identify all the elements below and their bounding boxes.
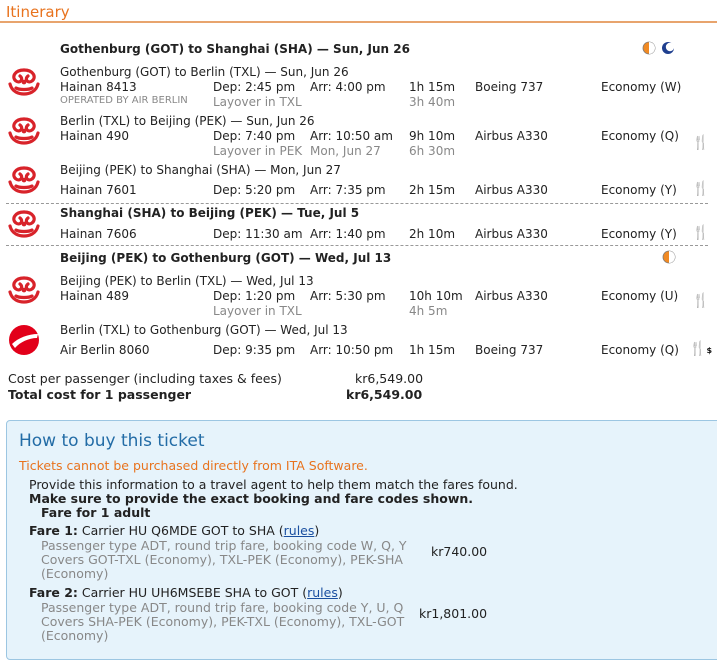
layover-location: Layover in PEK bbox=[213, 144, 303, 158]
fork-knife-icon: 🍴 bbox=[692, 225, 710, 241]
hainan-airlines-logo-icon bbox=[6, 206, 42, 240]
booking-codes-note: Make sure to provide the exact booking a… bbox=[29, 491, 474, 506]
flight-route: Berlin (TXL) to Beijing (PEK) — Sun, Jun… bbox=[60, 114, 315, 128]
flight-number: Hainan 7601 bbox=[60, 183, 137, 197]
hainan-airlines-logo-icon bbox=[6, 64, 42, 98]
layover-duration: 6h 30m bbox=[409, 144, 456, 158]
fork-knife-icon: 🍴 bbox=[692, 135, 710, 151]
flight-duration: 1h 15m bbox=[409, 343, 456, 357]
flight-route: Beijing (PEK) to Shanghai (SHA) — Mon, J… bbox=[60, 163, 341, 177]
departure-time: Dep: 7:40 pm bbox=[213, 129, 296, 143]
flight-duration: 1h 15m bbox=[409, 80, 456, 94]
flight-number: Hainan 7606 bbox=[60, 227, 137, 241]
total-cost-value: kr6,549.00 bbox=[346, 387, 423, 402]
aircraft: Airbus A330 bbox=[475, 183, 548, 197]
hainan-airlines-logo-icon bbox=[6, 272, 42, 306]
arrival-time: Arr: 1:40 pm bbox=[310, 227, 386, 241]
fork-knife-icon: 🍴$ bbox=[689, 341, 713, 357]
fare-close-paren: ) bbox=[314, 523, 320, 538]
fare-rules-link[interactable]: rules bbox=[284, 523, 315, 538]
arrival-time: Arr: 10:50 am bbox=[310, 129, 393, 143]
departure-time: Dep: 9:35 pm bbox=[213, 343, 296, 357]
fare-description: Passenger type ADT, round trip fare, boo… bbox=[41, 538, 407, 553]
slice-3-title: Beijing (PEK) to Gothenburg (GOT) — Wed,… bbox=[60, 251, 392, 265]
meal-cost-indicator: $ bbox=[706, 346, 713, 355]
aircraft: Airbus A330 bbox=[475, 227, 548, 241]
departure-time: Dep: 5:20 pm bbox=[213, 183, 296, 197]
slice-2-title: Shanghai (SHA) to Beijing (PEK) — Tue, J… bbox=[60, 206, 360, 220]
flight-number: Hainan 8413 bbox=[60, 80, 137, 94]
day-night-icon bbox=[662, 250, 676, 264]
cabin-class: Economy (U) bbox=[601, 289, 679, 303]
fork-knife-icon: 🍴 bbox=[692, 181, 710, 197]
fare-price: kr740.00 bbox=[431, 544, 488, 559]
how-to-buy-title: How to buy this ticket bbox=[19, 431, 205, 451]
fare-label: Fare 1: bbox=[29, 523, 78, 538]
cabin-class: Economy (Q) bbox=[601, 129, 679, 143]
cabin-class: Economy (Y) bbox=[601, 183, 677, 197]
arrival-time: Arr: 4:00 pm bbox=[310, 80, 386, 94]
departure-time: Dep: 2:45 pm bbox=[213, 80, 296, 94]
departure-time: Dep: 11:30 am bbox=[213, 227, 303, 241]
fare-rules-link[interactable]: rules bbox=[307, 585, 338, 600]
operated-by: OPERATED BY AIR BERLIN bbox=[60, 95, 188, 106]
fare-coverage: Covers SHA-PEK (Economy), PEK-TXL (Econo… bbox=[41, 614, 405, 629]
flight-duration: 2h 15m bbox=[409, 183, 456, 197]
cost-per-passenger-value: kr6,549.00 bbox=[355, 371, 424, 386]
fare-close-paren: ) bbox=[337, 585, 343, 600]
day-night-icon bbox=[642, 41, 656, 55]
flight-number: Air Berlin 8060 bbox=[60, 343, 150, 357]
cost-per-passenger-label: Cost per passenger (including taxes & fe… bbox=[8, 371, 282, 386]
hainan-airlines-logo-icon bbox=[6, 162, 42, 196]
heading-underline bbox=[0, 21, 717, 23]
flight-number: Hainan 489 bbox=[60, 289, 129, 303]
air-berlin-logo-icon bbox=[6, 323, 42, 357]
fare-coverage-cont: (Economy) bbox=[41, 566, 109, 581]
slice-separator bbox=[6, 203, 708, 204]
aircraft: Airbus A330 bbox=[475, 129, 548, 143]
flight-duration: 10h 10m bbox=[409, 289, 463, 303]
arrival-time: Arr: 7:35 pm bbox=[310, 183, 386, 197]
cabin-class: Economy (Q) bbox=[601, 343, 679, 357]
flight-number: Hainan 490 bbox=[60, 129, 129, 143]
moon-icon bbox=[661, 41, 675, 55]
fare-coverage-cont: (Economy) bbox=[41, 628, 109, 643]
layover-duration: 4h 5m bbox=[409, 304, 448, 318]
slice-1-title: Gothenburg (GOT) to Shanghai (SHA) — Sun… bbox=[60, 42, 410, 56]
agent-instructions: Provide this information to a travel age… bbox=[29, 477, 518, 492]
fare-1-line: Fare 1: Carrier HU Q6MDE GOT to SHA (rul… bbox=[29, 523, 319, 538]
fare-description: Passenger type ADT, round trip fare, boo… bbox=[41, 600, 404, 615]
layover-duration: 3h 40m bbox=[409, 95, 456, 109]
aircraft: Airbus A330 bbox=[475, 289, 548, 303]
cabin-class: Economy (W) bbox=[601, 80, 682, 94]
layover-date: Mon, Jun 27 bbox=[310, 144, 381, 158]
fare-label: Fare 2: bbox=[29, 585, 78, 600]
itinerary-heading: Itinerary bbox=[6, 3, 70, 21]
arrival-time: Arr: 5:30 pm bbox=[310, 289, 386, 303]
fare-coverage: Covers GOT-TXL (Economy), TXL-PEK (Econo… bbox=[41, 552, 403, 567]
flight-route: Beijing (PEK) to Berlin (TXL) — Wed, Jul… bbox=[60, 274, 314, 288]
arrival-time: Arr: 10:50 pm bbox=[310, 343, 394, 357]
fare-carrier: Carrier HU Q6MDE GOT to SHA ( bbox=[81, 523, 284, 538]
aircraft: Boeing 737 bbox=[475, 80, 544, 94]
flight-duration: 9h 10m bbox=[409, 129, 456, 143]
fare-2-line: Fare 2: Carrier HU UH6MSEBE SHA to GOT (… bbox=[29, 585, 343, 600]
slice-separator bbox=[6, 245, 708, 246]
layover-location: Layover in TXL bbox=[213, 95, 302, 109]
aircraft: Boeing 737 bbox=[475, 343, 544, 357]
layover-location: Layover in TXL bbox=[213, 304, 302, 318]
flight-duration: 2h 10m bbox=[409, 227, 456, 241]
fare-carrier: Carrier HU UH6MSEBE SHA to GOT ( bbox=[81, 585, 308, 600]
flight-route: Gothenburg (GOT) to Berlin (TXL) — Sun, … bbox=[60, 65, 349, 79]
departure-time: Dep: 1:20 pm bbox=[213, 289, 296, 303]
purchase-warning: Tickets cannot be purchased directly fro… bbox=[19, 458, 368, 473]
fork-knife-icon: 🍴 bbox=[692, 293, 710, 309]
cabin-class: Economy (Y) bbox=[601, 227, 677, 241]
flight-route: Berlin (TXL) to Gothenburg (GOT) — Wed, … bbox=[60, 323, 348, 337]
total-cost-label: Total cost for 1 passenger bbox=[8, 387, 192, 402]
fare-passenger-count: Fare for 1 adult bbox=[41, 505, 151, 520]
hainan-airlines-logo-icon bbox=[6, 113, 42, 147]
fare-price: kr1,801.00 bbox=[419, 606, 488, 621]
